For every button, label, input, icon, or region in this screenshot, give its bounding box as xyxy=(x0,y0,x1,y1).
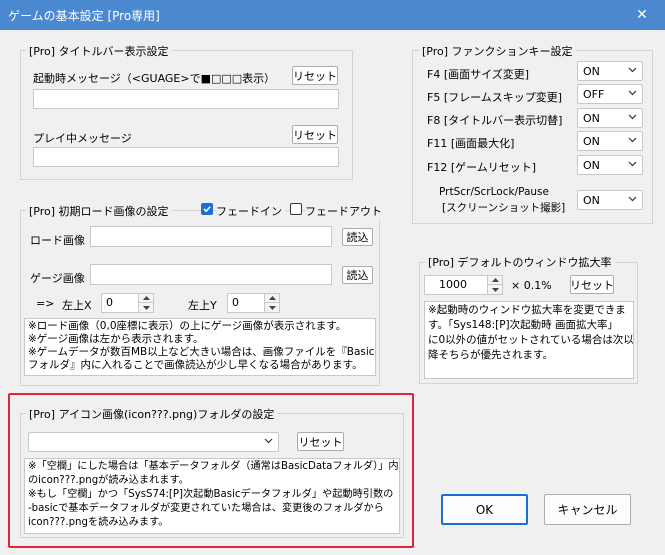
check-icon xyxy=(203,206,211,213)
f8-value: ON xyxy=(583,111,600,125)
playing-message-reset-button[interactable]: リセット xyxy=(292,125,338,144)
prtscr-label-line2: [スクリーンショット撮影] xyxy=(442,202,566,214)
icon-folder-reset-button[interactable]: リセット xyxy=(297,432,344,451)
startup-message-reset-button[interactable]: リセット xyxy=(292,66,338,85)
memo-line: ※もし「空欄」かつ「SysS74:[P]次起動Basicデータフォルダ」や起動時… xyxy=(28,489,394,500)
initial-load-memo[interactable]: ※ロード画像（0,0座標に表示）の上にゲージ画像が表示されます。 ※ゲージ画像は… xyxy=(24,318,376,376)
memo-line: ※ロード画像（0,0座標に表示）の上にゲージ画像が表示されます。 xyxy=(28,320,347,332)
gauge-image-label: ゲージ画像 xyxy=(30,272,85,285)
title-bar[interactable]: ゲームの基本設定 [Pro専用] ✕ xyxy=(0,0,665,30)
left-x-down-button[interactable] xyxy=(139,303,153,312)
left-x-label: 左上X xyxy=(62,299,92,312)
left-x-up-button[interactable] xyxy=(139,294,153,303)
f11-select[interactable]: ON xyxy=(577,131,643,151)
load-image-button[interactable]: 読込 xyxy=(342,228,373,246)
window-scale-spinner[interactable]: 1000 xyxy=(424,275,503,295)
icon-folder-select[interactable] xyxy=(28,432,279,452)
f11-label: F11 [画面最大化] xyxy=(427,137,515,150)
fade-out-checkbox[interactable] xyxy=(290,203,302,215)
window-scale-value: 1000 xyxy=(439,278,467,291)
left-y-up-button[interactable] xyxy=(265,294,279,303)
memo-line: ※起動時のウィンドウ拡大率を変更できま xyxy=(428,304,626,316)
f5-select[interactable]: OFF xyxy=(577,84,643,104)
window-scale-title: [Pro] デフォルトのウィンドウ拡大率 xyxy=(425,254,615,270)
f4-value: ON xyxy=(583,64,600,78)
settings-dialog: ゲームの基本設定 [Pro専用] ✕ [Pro] タイトルバー表示設定 起動時メ… xyxy=(0,0,665,555)
initial-load-title: [Pro] 初期ロード画像の設定 xyxy=(26,203,172,219)
chevron-down-icon xyxy=(628,196,637,202)
startup-message-input[interactable] xyxy=(33,89,339,109)
memo-line: icon???.pngを読み込みます。 xyxy=(28,517,169,528)
memo-line: のicon???.pngが読み込まれます。 xyxy=(28,475,189,486)
function-key-title: [Pro] ファンクションキー設定 xyxy=(419,43,576,59)
offset-arrow-label: => xyxy=(36,297,55,310)
triangle-down-icon xyxy=(491,287,499,292)
window-scale-spin-buttons xyxy=(487,276,502,294)
f5-label: F5 [フレームスキップ変更] xyxy=(427,91,563,104)
icon-folder-title: [Pro] アイコン画像(icon???.png)フォルダの設定 xyxy=(26,406,278,422)
memo-line: ※ゲームデータが数百MB以上など大きい場合は、画像ファイルを『BasicData xyxy=(28,346,376,358)
titlebar-settings-title: [Pro] タイトルバー表示設定 xyxy=(26,43,172,59)
memo-line: ※「空欄」にした場合は「基本データフォルダ（通常はBasicDataフォルダ）」… xyxy=(28,461,399,472)
fade-in-checkbox[interactable] xyxy=(201,203,213,215)
window-scale-down-button[interactable] xyxy=(488,285,502,294)
fade-out-label: フェードアウト xyxy=(305,203,385,219)
left-x-spin-buttons xyxy=(138,294,153,312)
f12-value: ON xyxy=(583,158,600,172)
gauge-image-button[interactable]: 読込 xyxy=(342,266,373,284)
left-y-label: 左上Y xyxy=(188,299,217,312)
playing-message-label: プレイ中メッセージ xyxy=(33,132,132,145)
triangle-down-icon xyxy=(142,305,150,310)
load-image-label: ロード画像 xyxy=(30,234,85,247)
close-button[interactable]: ✕ xyxy=(619,0,665,30)
fade-in-label: フェードイン xyxy=(216,203,285,219)
chevron-down-icon xyxy=(628,90,637,96)
memo-line: す。「Sys148:[P]次起動時 画面拡大率」 xyxy=(428,319,618,331)
chevron-down-icon xyxy=(264,438,273,444)
prtscr-select[interactable]: ON xyxy=(577,190,643,210)
icon-folder-memo[interactable]: ※「空欄」にした場合は「基本データフォルダ（通常はBasicDataフォルダ）」… xyxy=(24,458,400,534)
load-image-input[interactable] xyxy=(90,226,332,247)
triangle-down-icon xyxy=(268,305,276,310)
window-scale-memo[interactable]: ※起動時のウィンドウ拡大率を変更できま す。「Sys148:[P]次起動時 画面… xyxy=(424,301,634,379)
f12-label: F12 [ゲームリセット] xyxy=(427,161,537,174)
left-y-spinner[interactable]: 0 xyxy=(227,293,280,313)
memo-line: に0以外の値がセットされている場合は次以 xyxy=(428,334,634,346)
f11-value: ON xyxy=(583,134,600,148)
window-title: ゲームの基本設定 [Pro専用] xyxy=(8,9,160,23)
left-y-spin-buttons xyxy=(264,294,279,312)
f5-value: OFF xyxy=(583,87,605,101)
left-y-down-button[interactable] xyxy=(265,303,279,312)
triangle-up-icon xyxy=(491,278,499,282)
f8-select[interactable]: ON xyxy=(577,108,643,128)
left-y-value: 0 xyxy=(232,296,239,309)
memo-line: -basicで基本データフォルダが変更されていた場合は、変更後のフォルダから xyxy=(28,503,384,514)
memo-line: フォルダ』内に入れることで画像読込が少し早くなる場合があります。 xyxy=(28,359,363,371)
chevron-down-icon xyxy=(628,137,637,143)
f8-label: F8 [タイトルバー表示切替] xyxy=(427,114,563,127)
memo-line: ※ゲージ画像は左から表示されます。 xyxy=(28,333,204,345)
prtscr-value: ON xyxy=(583,193,600,207)
left-x-spinner[interactable]: 0 xyxy=(101,293,154,313)
window-scale-up-button[interactable] xyxy=(488,276,502,285)
chevron-down-icon xyxy=(628,67,637,73)
triangle-up-icon xyxy=(142,296,150,300)
gauge-image-input[interactable] xyxy=(90,264,332,285)
playing-message-input[interactable] xyxy=(33,147,339,167)
cancel-button[interactable]: キャンセル xyxy=(544,494,631,525)
f12-select[interactable]: ON xyxy=(577,155,643,175)
left-x-value: 0 xyxy=(106,296,113,309)
f4-label: F4 [画面サイズ変更] xyxy=(427,68,530,81)
chevron-down-icon xyxy=(628,161,637,167)
window-scale-reset-button[interactable]: リセット xyxy=(570,275,614,294)
window-scale-unit: × 0.1% xyxy=(511,279,552,292)
chevron-down-icon xyxy=(628,114,637,120)
startup-message-label: 起動時メッセージ（<GUAGE>で■□□□表示） xyxy=(33,72,276,85)
prtscr-label-line1: PrtScr/ScrLock/Pause xyxy=(439,186,549,198)
close-icon: ✕ xyxy=(636,7,648,23)
memo-line: 降そちらが優先されます。 xyxy=(428,349,553,361)
triangle-up-icon xyxy=(268,296,276,300)
ok-button[interactable]: OK xyxy=(441,494,528,525)
f4-select[interactable]: ON xyxy=(577,61,643,81)
